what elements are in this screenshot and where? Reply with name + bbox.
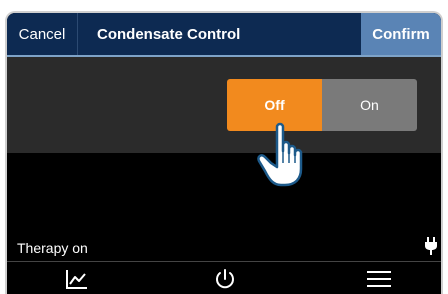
power-plug-icon (425, 237, 437, 255)
power-nav-button[interactable] (210, 265, 240, 293)
therapy-status: Therapy on (17, 240, 88, 256)
hamburger-menu-icon (367, 271, 391, 287)
setting-panel: Off On (7, 57, 441, 153)
header-bar: Cancel Condensate Control Confirm (7, 13, 441, 57)
device-screen: Cancel Condensate Control Confirm Off On… (5, 11, 443, 294)
cancel-button[interactable]: Cancel (7, 13, 78, 55)
page-title: Condensate Control (97, 25, 241, 43)
confirm-button[interactable]: Confirm (361, 13, 441, 55)
power-button-icon (216, 269, 234, 289)
menu-nav-button[interactable] (364, 265, 394, 293)
footer-divider (7, 261, 441, 262)
toggle-on-option[interactable]: On (322, 79, 417, 131)
pointing-hand-icon (257, 122, 303, 187)
trend-nav-button[interactable] (62, 265, 92, 293)
trend-chart-icon (66, 270, 87, 289)
